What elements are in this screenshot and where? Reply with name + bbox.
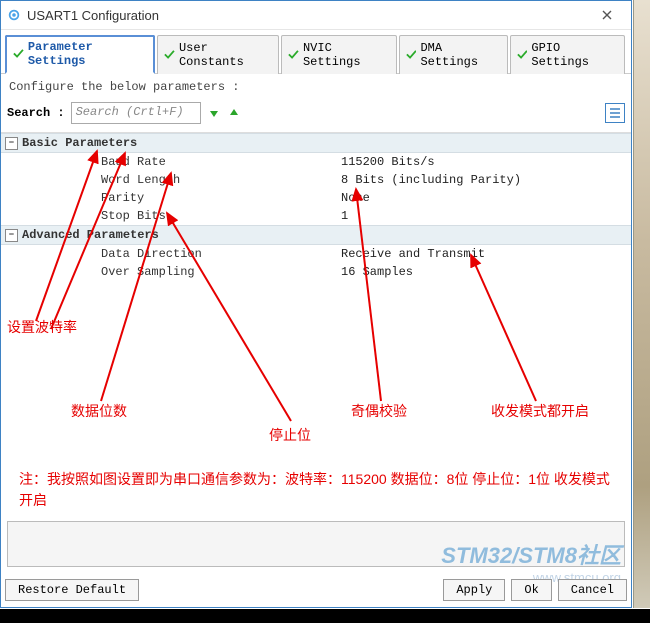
collapse-icon[interactable]: − — [5, 229, 18, 242]
tab-label: Parameter Settings — [28, 40, 145, 68]
param-over-sampling[interactable]: Over Sampling 16 Samples — [1, 263, 631, 281]
ok-button[interactable]: Ok — [511, 579, 551, 601]
param-name: Parity — [1, 191, 221, 205]
tab-label: NVIC Settings — [303, 41, 388, 69]
tab-label: GPIO Settings — [531, 41, 616, 69]
tabbar: Parameter Settings User Constants NVIC S… — [1, 30, 631, 74]
annotation-note: 注：我按照如图设置即为串口通信参数为：波特率：115200 数据位：8位 停止位… — [19, 469, 619, 511]
titlebar: USART1 Configuration — [1, 1, 631, 30]
check-icon — [164, 49, 175, 61]
param-value: Receive and Transmit — [221, 247, 631, 261]
description-box — [7, 521, 625, 567]
taskbar — [0, 609, 650, 623]
annotation-mode: 收发模式都开启 — [491, 401, 589, 421]
group-advanced-parameters[interactable]: − Advanced Parameters — [1, 225, 631, 245]
search-row: Search : Search (Crtl+F) — [1, 100, 631, 132]
annotation-stopbits: 停止位 — [269, 425, 311, 445]
tab-label: User Constants — [179, 41, 270, 69]
restore-default-button[interactable]: Restore Default — [5, 579, 139, 601]
annotation-baud: 设置波特率 — [7, 317, 77, 337]
background-strip — [633, 0, 650, 608]
group-basic-parameters[interactable]: − Basic Parameters — [1, 133, 631, 153]
subtitle: Configure the below parameters : — [1, 74, 631, 100]
check-icon — [288, 49, 299, 61]
tab-gpio-settings[interactable]: GPIO Settings — [510, 35, 625, 74]
param-value: 115200 Bits/s — [221, 155, 631, 169]
app-icon — [7, 8, 21, 22]
param-value: None — [221, 191, 631, 205]
param-name: Over Sampling — [1, 265, 221, 279]
cancel-button[interactable]: Cancel — [558, 579, 627, 601]
annotation-databits: 数据位数 — [71, 401, 127, 421]
footer: Restore Default Apply Ok Cancel — [5, 579, 627, 601]
param-name: Baud Rate — [1, 155, 221, 169]
param-name: Stop Bits — [1, 209, 221, 223]
tab-dma-settings[interactable]: DMA Settings — [399, 35, 508, 74]
param-word-length[interactable]: Word Length 8 Bits (including Parity) — [1, 171, 631, 189]
search-input[interactable]: Search (Crtl+F) — [71, 102, 201, 124]
search-prev-icon[interactable] — [227, 106, 241, 120]
param-parity[interactable]: Parity None — [1, 189, 631, 207]
param-name: Word Length — [1, 173, 221, 187]
check-icon — [13, 48, 24, 60]
param-baud-rate[interactable]: Baud Rate 115200 Bits/s — [1, 153, 631, 171]
search-label: Search : — [7, 106, 65, 120]
tab-nvic-settings[interactable]: NVIC Settings — [281, 35, 396, 74]
check-icon — [517, 49, 528, 61]
apply-button[interactable]: Apply — [443, 579, 505, 601]
collapse-icon[interactable]: − — [5, 137, 18, 150]
param-value: 16 Samples — [221, 265, 631, 279]
window-title: USART1 Configuration — [27, 8, 587, 23]
group-title: Basic Parameters — [22, 136, 137, 150]
config-dialog: USART1 Configuration Parameter Settings … — [0, 0, 632, 608]
list-mode-icon[interactable] — [605, 103, 625, 123]
param-value: 1 — [221, 209, 631, 223]
tab-label: DMA Settings — [420, 41, 498, 69]
annotation-parity: 奇偶校验 — [351, 401, 407, 421]
tab-user-constants[interactable]: User Constants — [157, 35, 279, 74]
param-name: Data Direction — [1, 247, 221, 261]
check-icon — [406, 49, 417, 61]
param-data-direction[interactable]: Data Direction Receive and Transmit — [1, 245, 631, 263]
search-next-icon[interactable] — [207, 106, 221, 120]
tab-parameter-settings[interactable]: Parameter Settings — [5, 35, 155, 74]
param-value: 8 Bits (including Parity) — [221, 173, 631, 187]
group-title: Advanced Parameters — [22, 228, 159, 242]
close-button[interactable] — [587, 1, 627, 29]
params-area: − Basic Parameters Baud Rate 115200 Bits… — [1, 132, 631, 281]
param-stop-bits[interactable]: Stop Bits 1 — [1, 207, 631, 225]
